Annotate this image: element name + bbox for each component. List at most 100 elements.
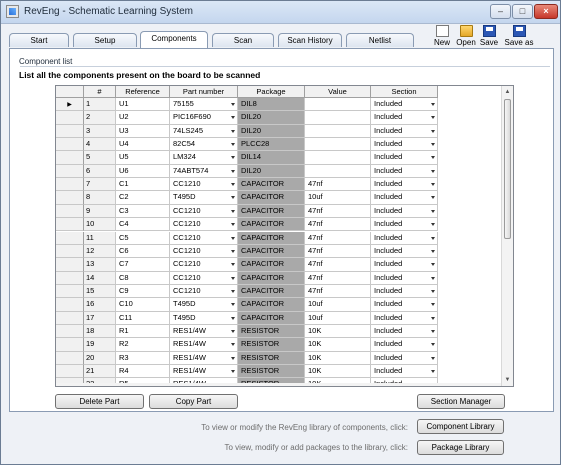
row-header[interactable] <box>56 124 84 139</box>
cell-package[interactable]: RESISTOR <box>238 365 305 379</box>
cell-number[interactable]: 14 <box>84 271 116 285</box>
cell-section[interactable]: Included <box>371 178 438 192</box>
cell-number[interactable]: 3 <box>84 124 116 139</box>
dropdown-arrow-icon[interactable] <box>431 143 435 147</box>
tab-components[interactable]: Components <box>140 31 208 48</box>
row-header[interactable] <box>56 244 84 259</box>
cell-package[interactable]: CAPACITOR <box>238 258 305 272</box>
dropdown-arrow-icon[interactable] <box>431 249 435 253</box>
cell-value[interactable] <box>305 151 371 165</box>
cell-number[interactable]: 21 <box>84 365 116 379</box>
component-library-button[interactable]: Component Library <box>417 419 504 434</box>
dropdown-arrow-icon[interactable] <box>431 156 435 160</box>
dropdown-arrow-icon[interactable] <box>231 329 235 333</box>
cell-section[interactable]: Included <box>371 244 438 259</box>
save-button[interactable]: Save <box>476 25 502 47</box>
cell-part-number[interactable]: CC1210 <box>170 218 238 232</box>
cell-part-number[interactable]: LM324 <box>170 151 238 165</box>
cell-value[interactable]: 47nf <box>305 271 371 285</box>
cell-value[interactable]: 47nf <box>305 218 371 232</box>
cell-number[interactable]: 4 <box>84 138 116 152</box>
cell-reference[interactable]: R2 <box>116 338 170 352</box>
cell-value[interactable]: 47nf <box>305 178 371 192</box>
tab-scan-history[interactable]: Scan History <box>278 33 342 47</box>
dropdown-arrow-icon[interactable] <box>231 236 235 240</box>
cell-package[interactable]: DIL8 <box>238 98 305 112</box>
dropdown-arrow-icon[interactable] <box>231 289 235 293</box>
cell-part-number[interactable]: CC1210 <box>170 271 238 285</box>
row-header[interactable] <box>56 351 84 365</box>
cell-section[interactable]: Included <box>371 191 438 205</box>
cell-reference[interactable]: R3 <box>116 351 170 365</box>
delete-part-button[interactable]: Delete Part <box>55 394 144 409</box>
dropdown-arrow-icon[interactable] <box>431 343 435 347</box>
copy-part-button[interactable]: Copy Part <box>149 394 238 409</box>
dropdown-arrow-icon[interactable] <box>431 209 435 213</box>
cell-reference[interactable]: U6 <box>116 164 170 179</box>
cell-part-number[interactable]: RES1/4W <box>170 338 238 352</box>
cell-section[interactable]: Included <box>371 351 438 365</box>
cell-section[interactable]: Included <box>371 298 438 312</box>
dropdown-arrow-icon[interactable] <box>431 263 435 267</box>
cell-part-number[interactable]: CC1210 <box>170 231 238 245</box>
cell-part-number[interactable]: 74LS245 <box>170 124 238 139</box>
row-header[interactable] <box>56 284 84 299</box>
cell-reference[interactable]: U5 <box>116 151 170 165</box>
cell-value[interactable] <box>305 98 371 112</box>
dropdown-arrow-icon[interactable] <box>431 276 435 280</box>
cell-reference[interactable]: U3 <box>116 124 170 139</box>
dropdown-arrow-icon[interactable] <box>231 129 235 133</box>
dropdown-arrow-icon[interactable] <box>431 183 435 187</box>
cell-value[interactable]: 10uf <box>305 311 371 325</box>
cell-package[interactable]: DIL20 <box>238 124 305 139</box>
cell-number[interactable]: 2 <box>84 111 116 125</box>
package-library-button[interactable]: Package Library <box>417 440 504 455</box>
cell-value[interactable]: 47nf <box>305 204 371 219</box>
maximize-button[interactable]: □ <box>512 4 533 19</box>
dropdown-arrow-icon[interactable] <box>231 276 235 280</box>
dropdown-arrow-icon[interactable] <box>231 169 235 173</box>
cell-section[interactable]: Included <box>371 284 438 299</box>
dropdown-arrow-icon[interactable] <box>231 143 235 147</box>
row-header[interactable] <box>56 298 84 312</box>
cell-section[interactable]: Included <box>371 218 438 232</box>
dropdown-arrow-icon[interactable] <box>231 103 235 106</box>
row-header[interactable] <box>56 258 84 272</box>
cell-package[interactable]: CAPACITOR <box>238 271 305 285</box>
dropdown-arrow-icon[interactable] <box>431 103 435 106</box>
cell-reference[interactable]: C6 <box>116 244 170 259</box>
row-header[interactable] <box>56 178 84 192</box>
cell-value[interactable]: 10K <box>305 338 371 352</box>
tab-start[interactable]: Start <box>9 33 69 47</box>
title-bar[interactable]: RevEng - Schematic Learning System – □ × <box>1 1 560 24</box>
cell-package[interactable]: RESISTOR <box>238 351 305 365</box>
cell-part-number[interactable]: T495D <box>170 311 238 325</box>
cell-value[interactable] <box>305 111 371 125</box>
cell-number[interactable]: 5 <box>84 151 116 165</box>
cell-part-number[interactable]: CC1210 <box>170 284 238 299</box>
tab-scan[interactable]: Scan <box>212 33 274 47</box>
cell-package[interactable]: DIL14 <box>238 151 305 165</box>
cell-reference[interactable]: R4 <box>116 365 170 379</box>
cell-reference[interactable]: C3 <box>116 204 170 219</box>
dropdown-arrow-icon[interactable] <box>431 236 435 240</box>
dropdown-arrow-icon[interactable] <box>231 183 235 187</box>
cell-number[interactable]: 8 <box>84 191 116 205</box>
horizontal-scrollbar[interactable] <box>56 383 501 386</box>
cell-part-number[interactable]: CC1210 <box>170 178 238 192</box>
cell-part-number[interactable]: PIC16F690 <box>170 111 238 125</box>
dropdown-arrow-icon[interactable] <box>431 196 435 200</box>
tab-netlist[interactable]: Netlist <box>346 33 414 47</box>
cell-package[interactable]: CAPACITOR <box>238 191 305 205</box>
dropdown-arrow-icon[interactable] <box>231 263 235 267</box>
cell-reference[interactable]: U2 <box>116 111 170 125</box>
dropdown-arrow-icon[interactable] <box>431 316 435 320</box>
row-header[interactable] <box>56 111 84 125</box>
cell-section[interactable]: Included <box>371 204 438 219</box>
cell-reference[interactable]: R1 <box>116 324 170 339</box>
cell-package[interactable]: CAPACITOR <box>238 311 305 325</box>
cell-number[interactable]: 18 <box>84 324 116 339</box>
cell-number[interactable]: 15 <box>84 284 116 299</box>
dropdown-arrow-icon[interactable] <box>231 156 235 160</box>
cell-section[interactable]: Included <box>371 311 438 325</box>
